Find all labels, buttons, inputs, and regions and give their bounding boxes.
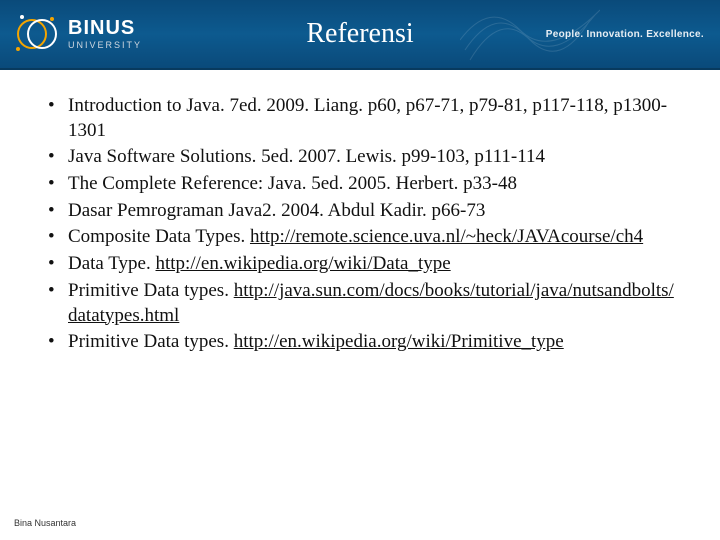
- logo-brand: BINUS: [68, 18, 142, 38]
- footer-text: Bina Nusantara: [14, 518, 76, 528]
- list-item: Data Type. http://en.wikipedia.org/wiki/…: [46, 252, 674, 277]
- reference-text: Primitive Data types.: [68, 331, 234, 352]
- slide-header: BINUS UNIVERSITY Referensi People. Innov…: [0, 0, 720, 70]
- logo-text: BINUS UNIVERSITY: [68, 18, 142, 50]
- list-item: Primitive Data types. http://java.sun.co…: [46, 279, 674, 328]
- content-area: Introduction to Java. 7ed. 2009. Liang. …: [0, 70, 720, 367]
- reference-text: Dasar Pemrograman Java2. 2004. Abdul Kad…: [68, 200, 485, 221]
- slide-title: Referensi: [306, 18, 413, 50]
- reference-link[interactable]: http://remote.science.uva.nl/~heck/JAVAc…: [250, 226, 643, 247]
- logo-sub: UNIVERSITY: [68, 40, 142, 50]
- reference-text: Introduction to Java. 7ed. 2009. Liang. …: [68, 95, 667, 141]
- list-item: Primitive Data types. http://en.wikipedi…: [46, 330, 674, 355]
- reference-text: Data Type.: [68, 253, 156, 274]
- list-item: Dasar Pemrograman Java2. 2004. Abdul Kad…: [46, 199, 674, 224]
- reference-text: Composite Data Types.: [68, 226, 250, 247]
- reference-text: The Complete Reference: Java. 5ed. 2005.…: [68, 173, 517, 194]
- tagline: People. Innovation. Excellence.: [546, 29, 704, 40]
- logo-area: BINUS UNIVERSITY: [0, 9, 142, 59]
- reference-list: Introduction to Java. 7ed. 2009. Liang. …: [46, 94, 674, 355]
- reference-text: Java Software Solutions. 5ed. 2007. Lewi…: [68, 146, 545, 167]
- list-item: The Complete Reference: Java. 5ed. 2005.…: [46, 172, 674, 197]
- list-item: Java Software Solutions. 5ed. 2007. Lewi…: [46, 145, 674, 170]
- reference-text: Primitive Data types.: [68, 280, 234, 301]
- list-item: Composite Data Types. http://remote.scie…: [46, 225, 674, 250]
- list-item: Introduction to Java. 7ed. 2009. Liang. …: [46, 94, 674, 143]
- reference-link[interactable]: http://en.wikipedia.org/wiki/Primitive_t…: [234, 331, 564, 352]
- reference-link[interactable]: http://en.wikipedia.org/wiki/Data_type: [156, 253, 451, 274]
- binus-logo-icon: [12, 9, 62, 59]
